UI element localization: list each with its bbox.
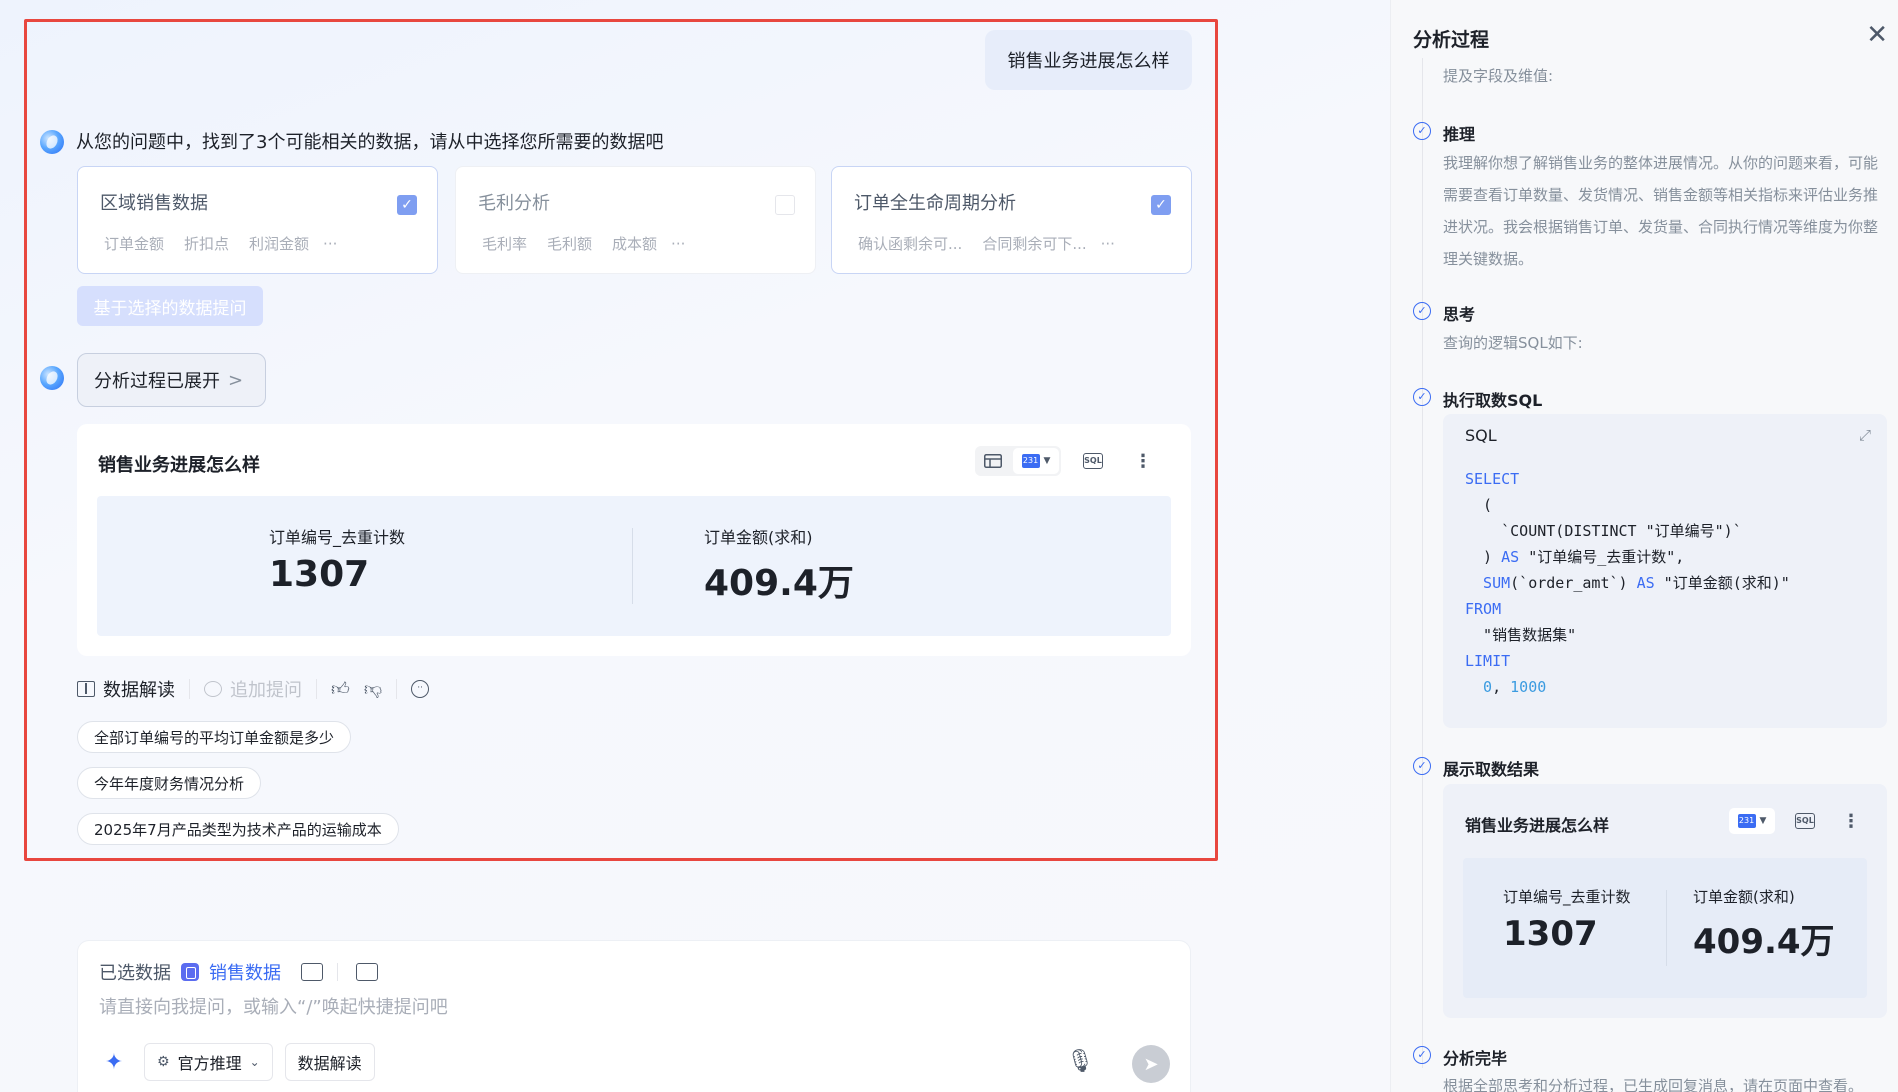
- highlight-frame: [24, 19, 1218, 861]
- selected-dataset-link[interactable]: 销售数据: [209, 959, 281, 985]
- data-interpret-chip[interactable]: 数据解读: [284, 1043, 375, 1081]
- sql-view-button[interactable]: SQL: [1787, 806, 1823, 836]
- microphone-icon[interactable]: 🎙︎: [1066, 1049, 1094, 1074]
- magic-wand-icon[interactable]: ✦: [96, 1050, 132, 1075]
- chart-type-dropdown[interactable]: 231 ▼: [1729, 808, 1775, 834]
- sql-code: SELECT ( `COUNT(DISTINCT "订单编号")` ) AS "…: [1465, 470, 1790, 696]
- chat-input-box: 已选数据 销售数据 请直接向我提问，或输入“/”唤起快捷提问吧 ✦ ⚙ 官方推理…: [77, 940, 1191, 1092]
- selected-data-label: 已选数据: [99, 963, 171, 984]
- fields-description: 提及字段及维值:: [1443, 67, 1554, 85]
- kpi-label: 订单编号_去重计数: [1503, 888, 1631, 906]
- kpi-label: 订单金额(求和): [1693, 888, 1795, 906]
- dataset-icon: [181, 963, 199, 981]
- chevron-down-icon: ⌄: [249, 1055, 260, 1069]
- timeline-line: [1422, 58, 1423, 1068]
- panel-title: 分析过程: [1413, 29, 1490, 51]
- kpi-chart-icon: 231: [1737, 814, 1756, 828]
- field-list-icon[interactable]: [356, 963, 378, 981]
- step-description: 我理解你想了解销售业务的整体进展情况。从你的问题来看，可能需要查看订单数量、发货…: [1443, 154, 1879, 268]
- step-description: 根据全部思考和分析过程，已生成回复消息，请在页面中查看。: [1443, 1077, 1864, 1092]
- step-title: 推理: [1443, 125, 1476, 144]
- step-done-icon: ✓: [1413, 122, 1431, 140]
- step-done-icon: ✓: [1413, 388, 1431, 406]
- step-title: 执行取数SQL: [1443, 391, 1543, 410]
- step-done-icon: ✓: [1413, 757, 1431, 775]
- kpi-value: 1307: [1503, 914, 1598, 954]
- sql-label: SQL: [1465, 426, 1497, 445]
- more-options-icon[interactable]: ⋮: [1833, 806, 1869, 836]
- kpi-value: 409.4万: [1693, 922, 1835, 962]
- sql-icon: SQL: [1795, 813, 1815, 829]
- caret-down-icon: ▼: [1759, 816, 1767, 826]
- analysis-panel: 分析过程 ✕ 提及字段及维值: ✓ 推理 我理解你想了解销售业务的整体进展情况。…: [1390, 0, 1898, 1092]
- reasoning-mode-label: 官方推理: [177, 1054, 242, 1073]
- mini-result-card: 销售业务进展怎么样 231 ▼ SQL ⋮ 订单编号_去重计数 1307 订单金…: [1443, 784, 1887, 1018]
- kpi-divider: [1666, 890, 1667, 966]
- step-done-icon: ✓: [1413, 302, 1431, 320]
- send-button[interactable]: ➤: [1132, 1045, 1170, 1083]
- expand-icon[interactable]: ⤢: [1859, 426, 1871, 444]
- step-title: 思考: [1443, 305, 1476, 324]
- dataset-preview-icon[interactable]: [301, 963, 323, 981]
- model-icon: ⚙: [157, 1054, 170, 1070]
- step-title: 展示取数结果: [1443, 760, 1540, 779]
- step-description: 查询的逻辑SQL如下:: [1443, 334, 1583, 352]
- mini-kpi-panel: 订单编号_去重计数 1307 订单金额(求和) 409.4万: [1463, 858, 1867, 998]
- chat-area: 销售业务进展怎么样 从您的问题中，找到了3个可能相关的数据，请从中选择您所需要的…: [0, 0, 1390, 1092]
- mini-result-title: 销售业务进展怎么样: [1465, 816, 1610, 835]
- step-title: 分析完毕: [1443, 1049, 1508, 1068]
- reasoning-mode-dropdown[interactable]: ⚙ 官方推理 ⌄: [144, 1043, 273, 1081]
- question-input[interactable]: 请直接向我提问，或输入“/”唤起快捷提问吧: [99, 993, 448, 1019]
- close-icon[interactable]: ✕: [1866, 20, 1888, 50]
- step-done-icon: ✓: [1413, 1046, 1431, 1064]
- divider: [337, 963, 338, 981]
- sql-code-block: SQL ⤢ SELECT ( `COUNT(DISTINCT "订单编号")` …: [1443, 414, 1887, 728]
